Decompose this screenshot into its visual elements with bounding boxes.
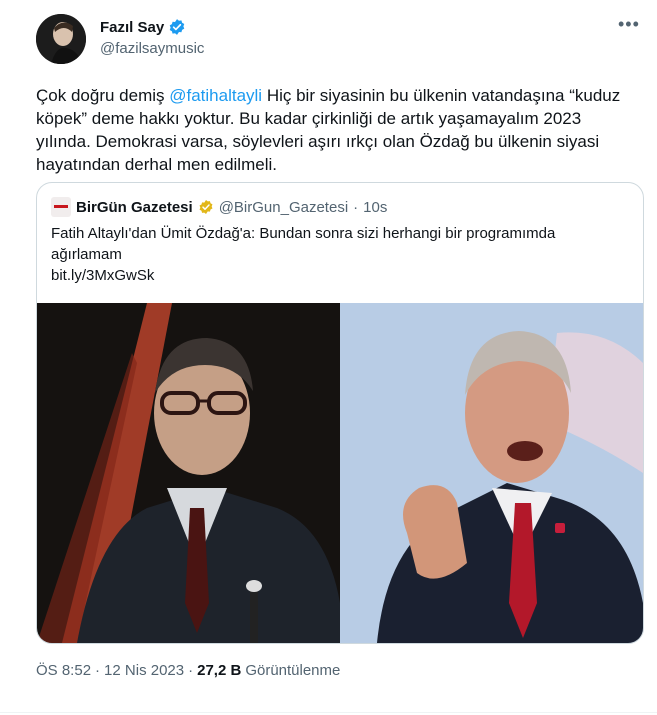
separator-dot: · xyxy=(353,198,359,216)
avatar[interactable] xyxy=(36,14,86,64)
quoted-tweet-image[interactable] xyxy=(37,303,643,643)
footer-dot-2: · xyxy=(188,662,194,679)
views-label: Görüntülenme xyxy=(245,662,341,679)
footer-dot: · xyxy=(95,662,101,679)
tweet-text: Çok doğru demiş @fatihaltayli Hiç bir si… xyxy=(36,84,636,176)
quoted-tweet-text: Fatih Altaylı'dan Ümit Özdağ'a: Bundan s… xyxy=(51,223,621,286)
quoted-author-handle: @BirGun_Gazetesi xyxy=(218,198,349,216)
author-name-row: Fazıl Say xyxy=(100,18,186,36)
gold-verified-badge-icon xyxy=(199,200,213,214)
quoted-author-name: BirGün Gazetesi xyxy=(76,198,193,216)
mention-link[interactable]: @fatihaltayli xyxy=(169,86,262,105)
tweet-text-part1: Çok doğru demiş xyxy=(36,86,170,105)
author-name[interactable]: Fazıl Say xyxy=(100,19,164,36)
verified-badge-icon xyxy=(169,19,185,35)
tweet-footer: ÖS 8:52 · 12 Nis 2023 · 27,2 B Görüntüle… xyxy=(36,662,340,679)
tweet-time[interactable]: ÖS 8:52 xyxy=(36,662,91,679)
birgun-logo-icon xyxy=(51,197,71,217)
divider xyxy=(0,712,657,713)
quoted-tweet[interactable]: BirGün Gazetesi @BirGun_Gazetesi · 10s F… xyxy=(36,182,644,644)
more-options-icon[interactable]: ••• xyxy=(618,14,640,35)
author-handle[interactable]: @fazilsaymusic xyxy=(100,40,204,57)
tweet-date[interactable]: 12 Nis 2023 xyxy=(104,662,184,679)
views-count: 27,2 B xyxy=(197,662,242,679)
quoted-link[interactable]: bit.ly/3MxGwSk xyxy=(51,265,621,286)
quoted-tweet-header: BirGün Gazetesi @BirGun_Gazetesi · 10s xyxy=(51,197,387,217)
quoted-time: 10s xyxy=(363,198,388,216)
quoted-text: Fatih Altaylı'dan Ümit Özdağ'a: Bundan s… xyxy=(51,225,556,263)
avatar-image xyxy=(36,14,86,64)
